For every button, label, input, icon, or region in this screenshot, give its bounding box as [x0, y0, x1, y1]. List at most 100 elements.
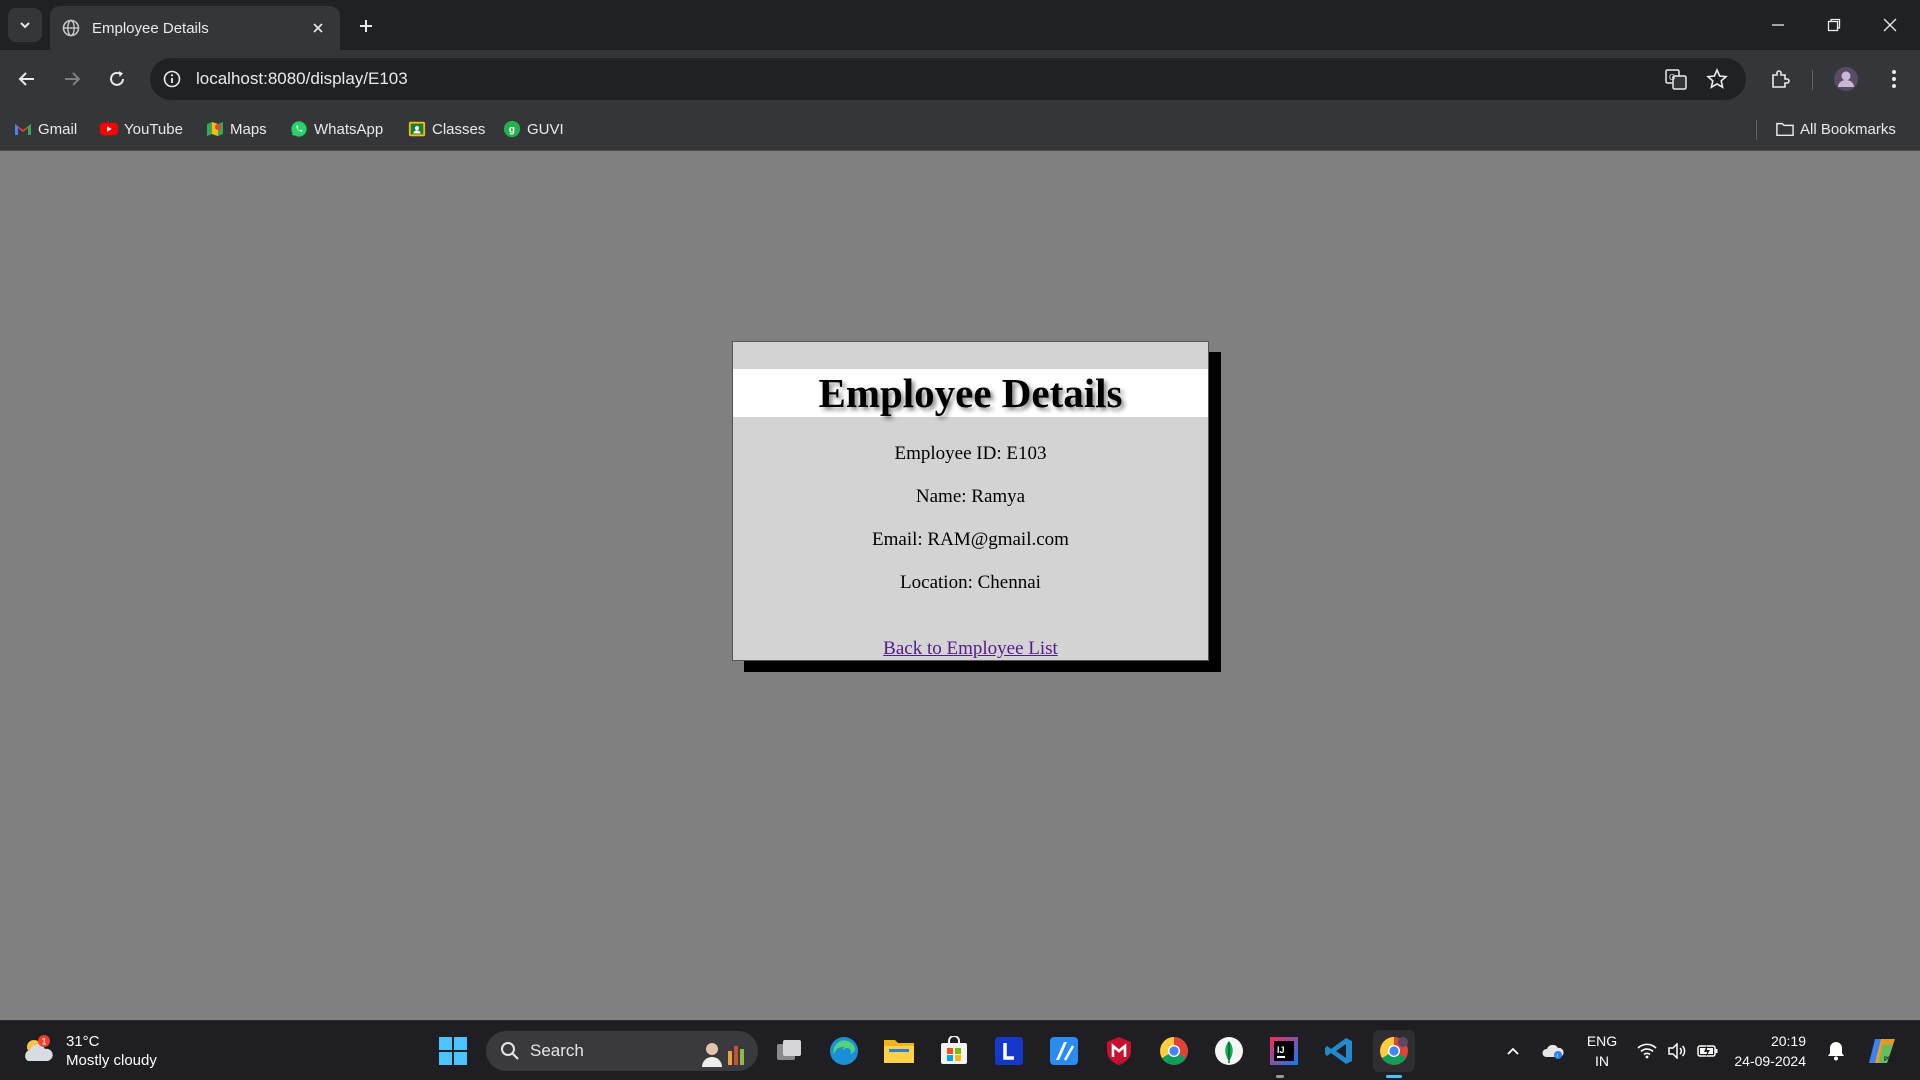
translate-icon[interactable]: G	[1664, 67, 1688, 91]
clock-time: 20:19	[1770, 1033, 1806, 1049]
whatsapp-icon	[290, 120, 308, 138]
puzzle-icon	[1772, 70, 1790, 88]
l-app[interactable]	[988, 1030, 1030, 1072]
mcafee-app[interactable]	[1098, 1030, 1140, 1072]
employee-email-text: Email: RAM@gmail.com	[872, 529, 1069, 550]
bookmark-whatsapp[interactable]: WhatsApp	[290, 118, 383, 140]
copilot-button[interactable]: PRE	[1864, 1033, 1900, 1069]
bookmark-label: Maps	[230, 120, 267, 138]
windows-taskbar: 1 31°C Mostly cloudy Search IJ i ENG IN …	[0, 1020, 1920, 1080]
bookmark-classes[interactable]: Classes	[408, 118, 485, 140]
globe-icon	[62, 19, 80, 37]
address-bar[interactable]: localhost:8080/display/E103 G	[150, 58, 1746, 100]
battery-charging-icon	[1697, 1045, 1718, 1057]
leaf-icon	[1215, 1037, 1243, 1065]
start-button[interactable]	[432, 1030, 474, 1072]
system-clock[interactable]: 20:19 24-09-2024	[1734, 1031, 1806, 1071]
bell-icon	[1828, 1042, 1844, 1061]
mongodb-compass-app[interactable]	[1208, 1030, 1250, 1072]
copilot-icon: PRE	[1869, 1039, 1896, 1063]
forward-button[interactable]	[56, 63, 88, 95]
chrome-app[interactable]	[1153, 1030, 1195, 1072]
avatar-icon	[1834, 67, 1858, 91]
restore-icon	[1827, 18, 1841, 32]
bookmark-youtube[interactable]: YouTube	[100, 118, 183, 140]
browser-menu-button[interactable]	[1878, 63, 1910, 95]
arrow-right-icon	[65, 72, 81, 86]
reload-icon	[110, 71, 124, 86]
show-hidden-icons-button[interactable]	[1500, 1033, 1526, 1069]
tab-strip: Employee Details	[0, 0, 1920, 50]
employee-details-card: Employee Details Employee ID: E103 Name:…	[732, 341, 1209, 661]
employee-id-text: Employee ID: E103	[894, 443, 1047, 464]
bookmark-star-icon[interactable]	[1705, 67, 1729, 91]
bookmark-maps[interactable]: Maps	[206, 118, 267, 140]
wifi-icon	[1637, 1043, 1657, 1059]
guvi-icon: g	[503, 120, 521, 138]
folder-icon	[1776, 120, 1794, 138]
bookmark-label: YouTube	[124, 120, 183, 138]
page-viewport: Employee Details Employee ID: E103 Name:…	[0, 151, 1920, 1021]
bookmarks-bar: Gmail YouTube Maps WhatsApp Classes g GU…	[0, 108, 1920, 151]
site-info-icon[interactable]	[160, 67, 184, 91]
active-tab[interactable]: Employee Details	[50, 6, 340, 50]
pen-app-icon	[1050, 1037, 1078, 1065]
svg-text:g: g	[509, 125, 515, 136]
battery-tray[interactable]	[1694, 1033, 1722, 1069]
intellij-app[interactable]: IJ	[1263, 1030, 1305, 1078]
svg-text:PRE: PRE	[1884, 1057, 1896, 1063]
edge-app[interactable]	[823, 1030, 865, 1072]
language-indicator[interactable]: ENG IN	[1582, 1031, 1622, 1071]
weather-widget[interactable]: 1 31°C Mostly cloudy	[20, 1029, 157, 1073]
bookmark-label: Classes	[432, 120, 486, 138]
restore-button[interactable]	[1806, 0, 1862, 50]
classes-icon	[408, 120, 426, 138]
task-view-button[interactable]	[768, 1030, 810, 1072]
bookmark-label: WhatsApp	[314, 120, 384, 138]
tab-title: Employee Details	[92, 19, 209, 37]
svg-text:G: G	[1669, 73, 1675, 82]
extensions-button[interactable]	[1764, 63, 1796, 95]
chevron-up-icon	[1507, 1047, 1519, 1055]
tab-search-button[interactable]	[8, 8, 42, 42]
url-text: localhost:8080/display/E103	[196, 69, 408, 88]
microsoft-store-app[interactable]	[933, 1030, 975, 1072]
bookmark-gmail[interactable]: Gmail	[14, 118, 77, 140]
search-label: Search	[530, 1041, 584, 1060]
onedrive-tray[interactable]: i	[1538, 1033, 1568, 1069]
back-to-list-link[interactable]: Back to Employee List	[733, 638, 1208, 660]
bookmark-guvi[interactable]: g GUVI	[503, 118, 564, 140]
notifications-button[interactable]	[1822, 1033, 1850, 1069]
file-explorer-app[interactable]	[878, 1030, 920, 1072]
vscode-app[interactable]	[1318, 1030, 1360, 1072]
close-tab-icon[interactable]	[308, 18, 328, 38]
profile-avatar[interactable]	[1830, 63, 1862, 95]
back-button[interactable]	[11, 63, 43, 95]
search-highlight-icon	[702, 1043, 744, 1067]
close-window-button[interactable]	[1862, 0, 1918, 50]
bookmark-label: GUVI	[527, 120, 564, 138]
arrow-left-icon	[18, 72, 34, 86]
all-bookmarks-button[interactable]: All Bookmarks	[1776, 118, 1896, 140]
reload-button[interactable]	[101, 63, 133, 95]
employee-fields: Employee ID: E103 Name: Ramya Email: RAM…	[733, 417, 1208, 615]
drawing-app[interactable]	[1043, 1030, 1085, 1072]
volume-tray[interactable]	[1664, 1033, 1690, 1069]
weather-temp: 31°C	[66, 1033, 100, 1050]
taskbar-search[interactable]: Search	[486, 1031, 758, 1071]
folder-icon	[884, 1040, 914, 1063]
minimize-button[interactable]	[1750, 0, 1806, 50]
windows-logo-icon	[439, 1037, 467, 1065]
chevron-down-icon	[20, 22, 30, 29]
weather-badge: 1	[42, 1037, 47, 1047]
search-icon	[501, 1042, 519, 1060]
store-icon	[941, 1036, 967, 1064]
all-bookmarks-label: All Bookmarks	[1800, 120, 1896, 138]
plus-icon	[360, 20, 372, 32]
wifi-tray[interactable]	[1634, 1033, 1660, 1069]
chrome-profile-app[interactable]	[1373, 1030, 1415, 1078]
mcafee-shield-icon	[1107, 1037, 1131, 1065]
svg-text:IJ: IJ	[1277, 1045, 1285, 1055]
lang-region: IN	[1595, 1053, 1609, 1069]
new-tab-button[interactable]	[352, 12, 380, 40]
